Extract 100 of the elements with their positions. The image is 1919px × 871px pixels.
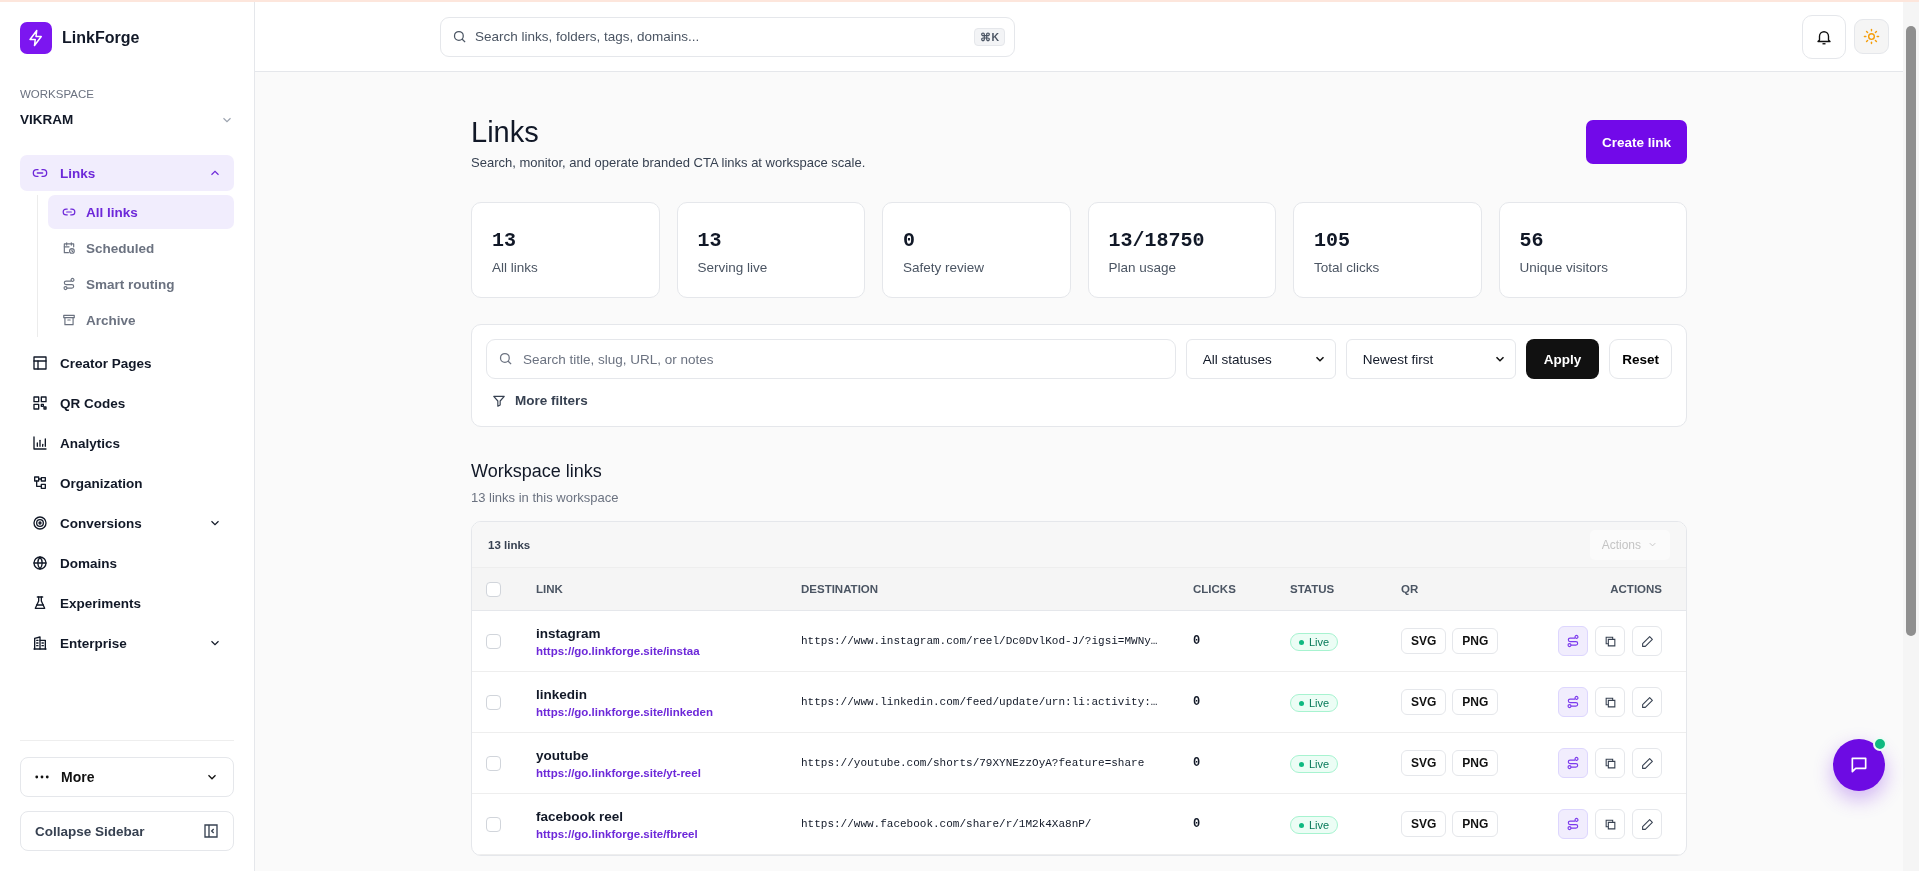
link-count: 13 links	[488, 538, 531, 551]
nav-item[interactable]: Experiments	[20, 585, 234, 621]
collapse-sidebar-button[interactable]: Collapse Sidebar	[20, 811, 234, 851]
nav-subitem[interactable]: Smart routing	[48, 267, 234, 301]
qr-download-button[interactable]: SVG	[1401, 689, 1447, 715]
nav-item[interactable]: Creator Pages	[20, 345, 234, 381]
stat-label: Serving live	[697, 260, 769, 275]
edit-button[interactable]	[1632, 748, 1662, 778]
stat-value: 56	[1519, 229, 1545, 252]
stat-label: Unique visitors	[1519, 260, 1610, 275]
select-all-checkbox[interactable]	[486, 581, 501, 597]
stat-label: Plan usage	[1108, 260, 1178, 275]
sort-select[interactable]: Newest first	[1345, 339, 1516, 379]
scrollbar[interactable]	[1903, 2, 1919, 871]
theme-toggle[interactable]	[1854, 19, 1889, 54]
workspace-label: WORKSPACE	[20, 88, 95, 100]
row-checkbox[interactable]	[486, 694, 501, 710]
qr-download-button[interactable]: PNG	[1452, 628, 1499, 654]
globe-icon	[32, 555, 48, 571]
qr-download-button[interactable]: SVG	[1401, 628, 1447, 654]
copy-icon	[1603, 817, 1617, 831]
route-icon	[1566, 817, 1580, 831]
click-count: 0	[1193, 634, 1202, 648]
nav-item[interactable]: Enterprise	[20, 625, 234, 661]
sun-icon	[1863, 28, 1880, 45]
pencil-icon	[1640, 634, 1654, 648]
nav-item[interactable]: QR Codes	[20, 385, 234, 421]
nav-item[interactable]: Analytics	[20, 425, 234, 461]
sidebar-panel-icon	[203, 823, 219, 839]
reset-button[interactable]: Reset	[1609, 339, 1672, 379]
short-url-link[interactable]: https://go.linkforge.site/fbreel	[536, 827, 801, 840]
routing-button[interactable]	[1558, 809, 1588, 839]
copy-button[interactable]	[1595, 809, 1625, 839]
short-url-link[interactable]: https://go.linkforge.site/linkeden	[536, 705, 801, 718]
section-title: Workspace links	[471, 461, 603, 482]
nav-item[interactable]: Domains	[20, 545, 234, 581]
qr-download-button[interactable]: SVG	[1401, 811, 1447, 837]
page-subtitle: Search, monitor, and operate branded CTA links at workspace scale.	[471, 155, 866, 170]
click-count: 0	[1193, 695, 1202, 709]
building-icon	[32, 635, 48, 651]
workspace-select[interactable]: VIKRAM	[20, 112, 234, 127]
row-checkbox[interactable]	[486, 633, 501, 649]
column-header: ACTIONS	[1609, 583, 1662, 595]
short-url-link[interactable]: https://go.linkforge.site/yt-reel	[536, 766, 801, 779]
routing-button[interactable]	[1558, 626, 1588, 656]
copy-button[interactable]	[1595, 626, 1625, 656]
qr-download-button[interactable]: SVG	[1401, 750, 1447, 776]
qr-download-button[interactable]: PNG	[1452, 750, 1499, 776]
column-header: QR	[1401, 583, 1420, 595]
nav-item[interactable]: Organization	[20, 465, 234, 501]
chat-button[interactable]	[1833, 739, 1885, 791]
qr-download-button[interactable]: PNG	[1452, 811, 1499, 837]
route-icon	[62, 277, 76, 291]
copy-button[interactable]	[1595, 748, 1625, 778]
hierarchy-icon	[32, 475, 48, 491]
stat-label: All links	[492, 260, 539, 275]
stat-value: 13	[492, 229, 517, 252]
edit-button[interactable]	[1632, 809, 1662, 839]
stat-value: 105	[1314, 229, 1351, 252]
row-checkbox[interactable]	[486, 755, 501, 771]
create-link-button[interactable]: Create link	[1585, 120, 1687, 164]
copy-button[interactable]	[1595, 687, 1625, 717]
nav-subitem[interactable]: All links	[48, 195, 234, 229]
routing-button[interactable]	[1558, 748, 1588, 778]
destination-url: https://www.linkedin.com/feed/update/urn:li:activity:…	[801, 696, 1159, 708]
dots-icon	[35, 775, 49, 779]
more-filters-button[interactable]: More filters	[486, 389, 594, 412]
link-title: facebook reel	[536, 808, 625, 824]
qr-download-button[interactable]: PNG	[1452, 689, 1499, 715]
routing-button[interactable]	[1558, 687, 1588, 717]
calendar-clock-icon	[62, 241, 76, 255]
nav-item[interactable]: Conversions	[20, 505, 234, 541]
link-title: linkedin	[536, 686, 588, 702]
edit-button[interactable]	[1632, 687, 1662, 717]
logo-icon	[20, 22, 52, 54]
stat-value: 13	[697, 229, 723, 252]
status-badge: Live	[1290, 816, 1339, 835]
apply-button[interactable]: Apply	[1525, 339, 1600, 379]
row-checkbox[interactable]	[486, 816, 501, 832]
page-title: Links	[471, 116, 540, 149]
notifications-button[interactable]	[1802, 14, 1846, 59]
layout-icon	[32, 355, 48, 371]
nav-subitem[interactable]: Scheduled	[48, 231, 234, 265]
status-badge: Live	[1290, 694, 1339, 713]
nav-item[interactable]: Links	[20, 155, 234, 191]
copy-icon	[1603, 756, 1617, 770]
column-header: CLICKS	[1193, 583, 1237, 595]
search-field[interactable]: Search title, slug, URL, or notes	[486, 339, 1176, 379]
more-button[interactable]: More	[20, 757, 234, 797]
short-url-link[interactable]: https://go.linkforge.site/instaa	[536, 644, 801, 657]
status-select[interactable]: All statuses	[1185, 339, 1336, 379]
section-subtitle: 13 links in this workspace	[471, 490, 620, 505]
column-header: STATUS	[1290, 583, 1336, 595]
nav-subitem[interactable]: Archive	[48, 303, 234, 337]
destination-url: https://www.facebook.com/share/r/1M2k4Xa8nP/	[801, 818, 1093, 830]
status-badge: Live	[1290, 633, 1339, 652]
pencil-icon	[1640, 756, 1654, 770]
archive-icon	[62, 313, 76, 327]
route-icon	[1566, 756, 1580, 770]
edit-button[interactable]	[1632, 626, 1662, 656]
